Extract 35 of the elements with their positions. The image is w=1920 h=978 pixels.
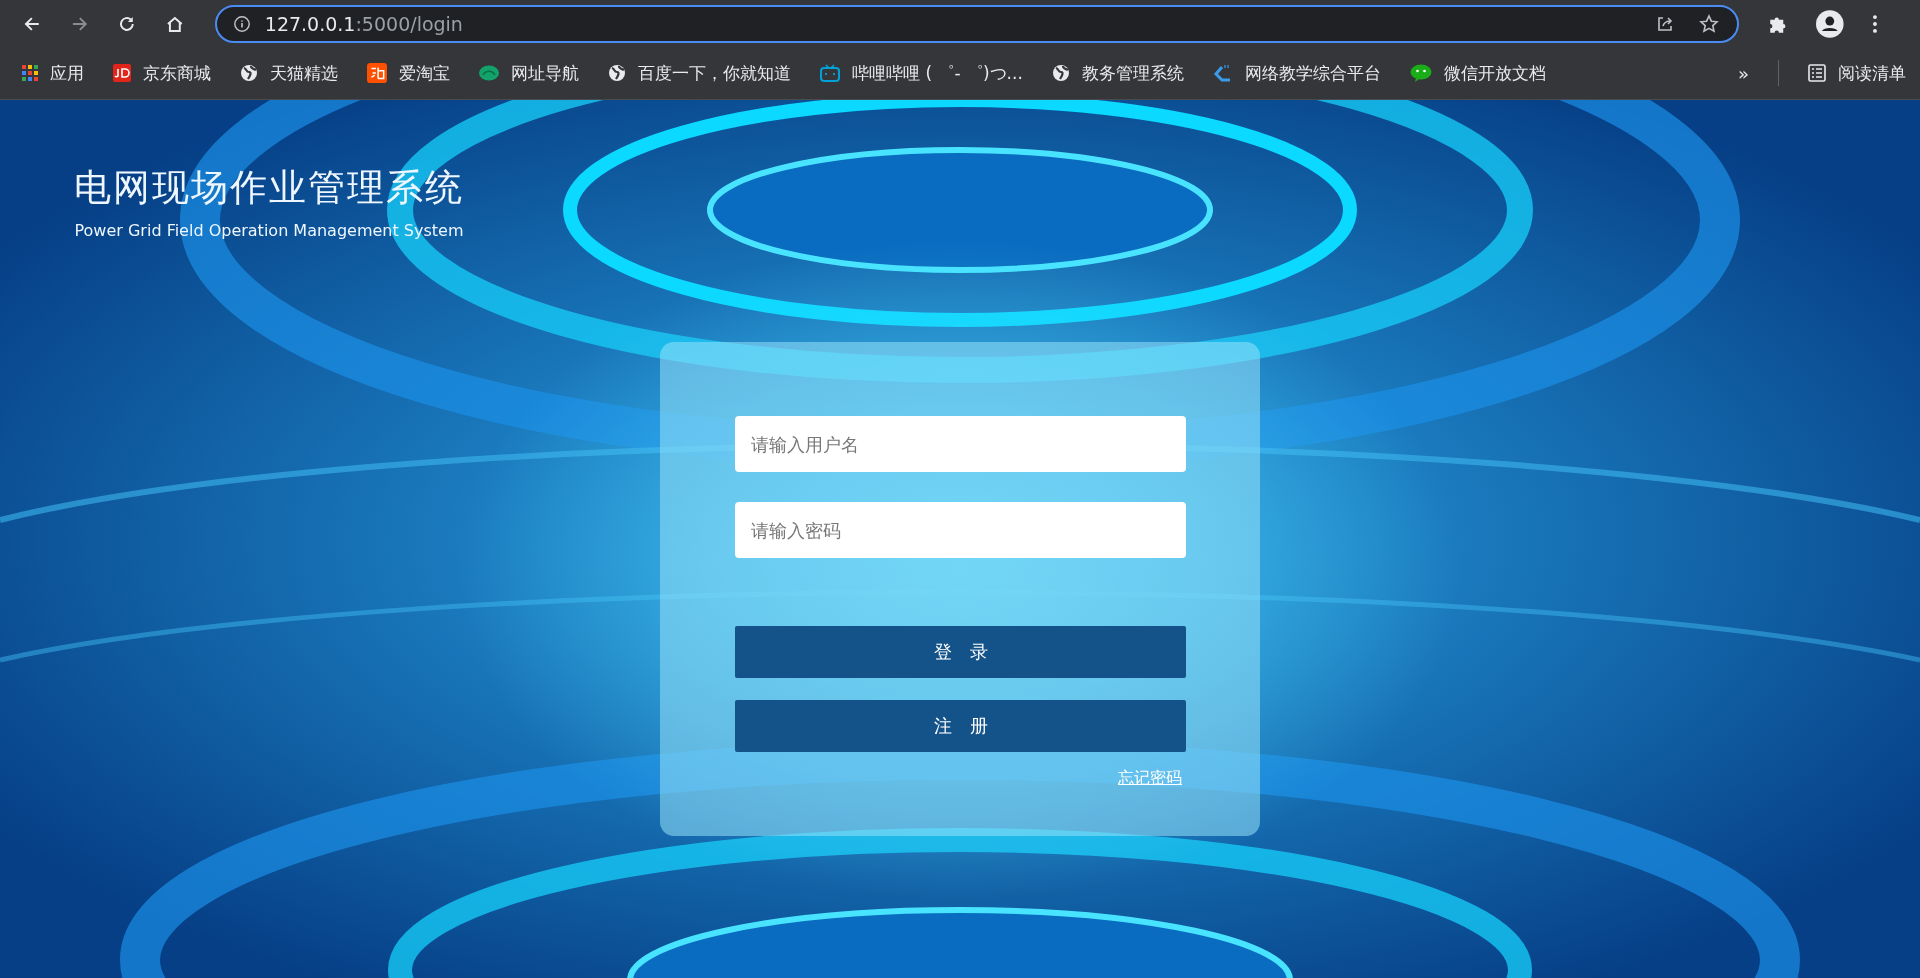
apps-grid-icon: [22, 65, 38, 81]
list-icon: [1808, 64, 1826, 82]
password-field[interactable]: 请输入密码: [735, 502, 1186, 558]
jd-logo-icon: [113, 64, 131, 82]
bookmark[interactable]: 教务管理系统: [1051, 61, 1184, 85]
reading-list-button[interactable]: 阅读清单: [1808, 61, 1906, 85]
bookmark[interactable]: 微信开放文档: [1409, 61, 1546, 85]
bookmark[interactable]: 应用: [22, 61, 84, 85]
globe-icon: [240, 64, 258, 82]
profile-icon[interactable]: [1816, 9, 1845, 38]
globe-icon: [608, 64, 626, 82]
system-subtitle: Power Grid Field Operation Management System: [74, 221, 464, 240]
url-host: 127.0.0.1: [264, 12, 356, 35]
bookmark[interactable]: 哔哩哔哩 ( ゜- ゜)つ...: [820, 61, 1023, 85]
bookmark[interactable]: 网络教学综合平台: [1212, 61, 1381, 85]
username-field[interactable]: 请输入用户名: [735, 416, 1186, 472]
chat-bubble-icon: [1409, 64, 1432, 82]
bookmark[interactable]: 爱淘宝: [367, 61, 450, 85]
bookmark[interactable]: 网址导航: [479, 61, 579, 85]
info-icon[interactable]: [232, 14, 251, 33]
register-button[interactable]: 注 册: [735, 700, 1186, 752]
tv-icon: [820, 64, 840, 82]
chevron-icon: [1212, 63, 1233, 83]
tao-logo-icon: [367, 63, 387, 83]
system-title: 电网现场作业管理系统: [74, 165, 464, 211]
star-icon[interactable]: [1698, 13, 1719, 34]
bookmark[interactable]: 京东商城: [113, 61, 211, 85]
menu-icon[interactable]: [1872, 13, 1878, 34]
address-bar[interactable]: 127.0.0.1:5000/login: [214, 4, 1739, 43]
bookmark[interactable]: 百度一下，你就知道: [608, 61, 791, 85]
more-bookmarks-button[interactable]: »: [1738, 62, 1749, 84]
globe-icon: [1051, 64, 1070, 82]
url-path: :5000/login: [355, 12, 463, 35]
bookmark[interactable]: 天猫精选: [240, 61, 338, 85]
login-button[interactable]: 登 录: [735, 626, 1186, 678]
